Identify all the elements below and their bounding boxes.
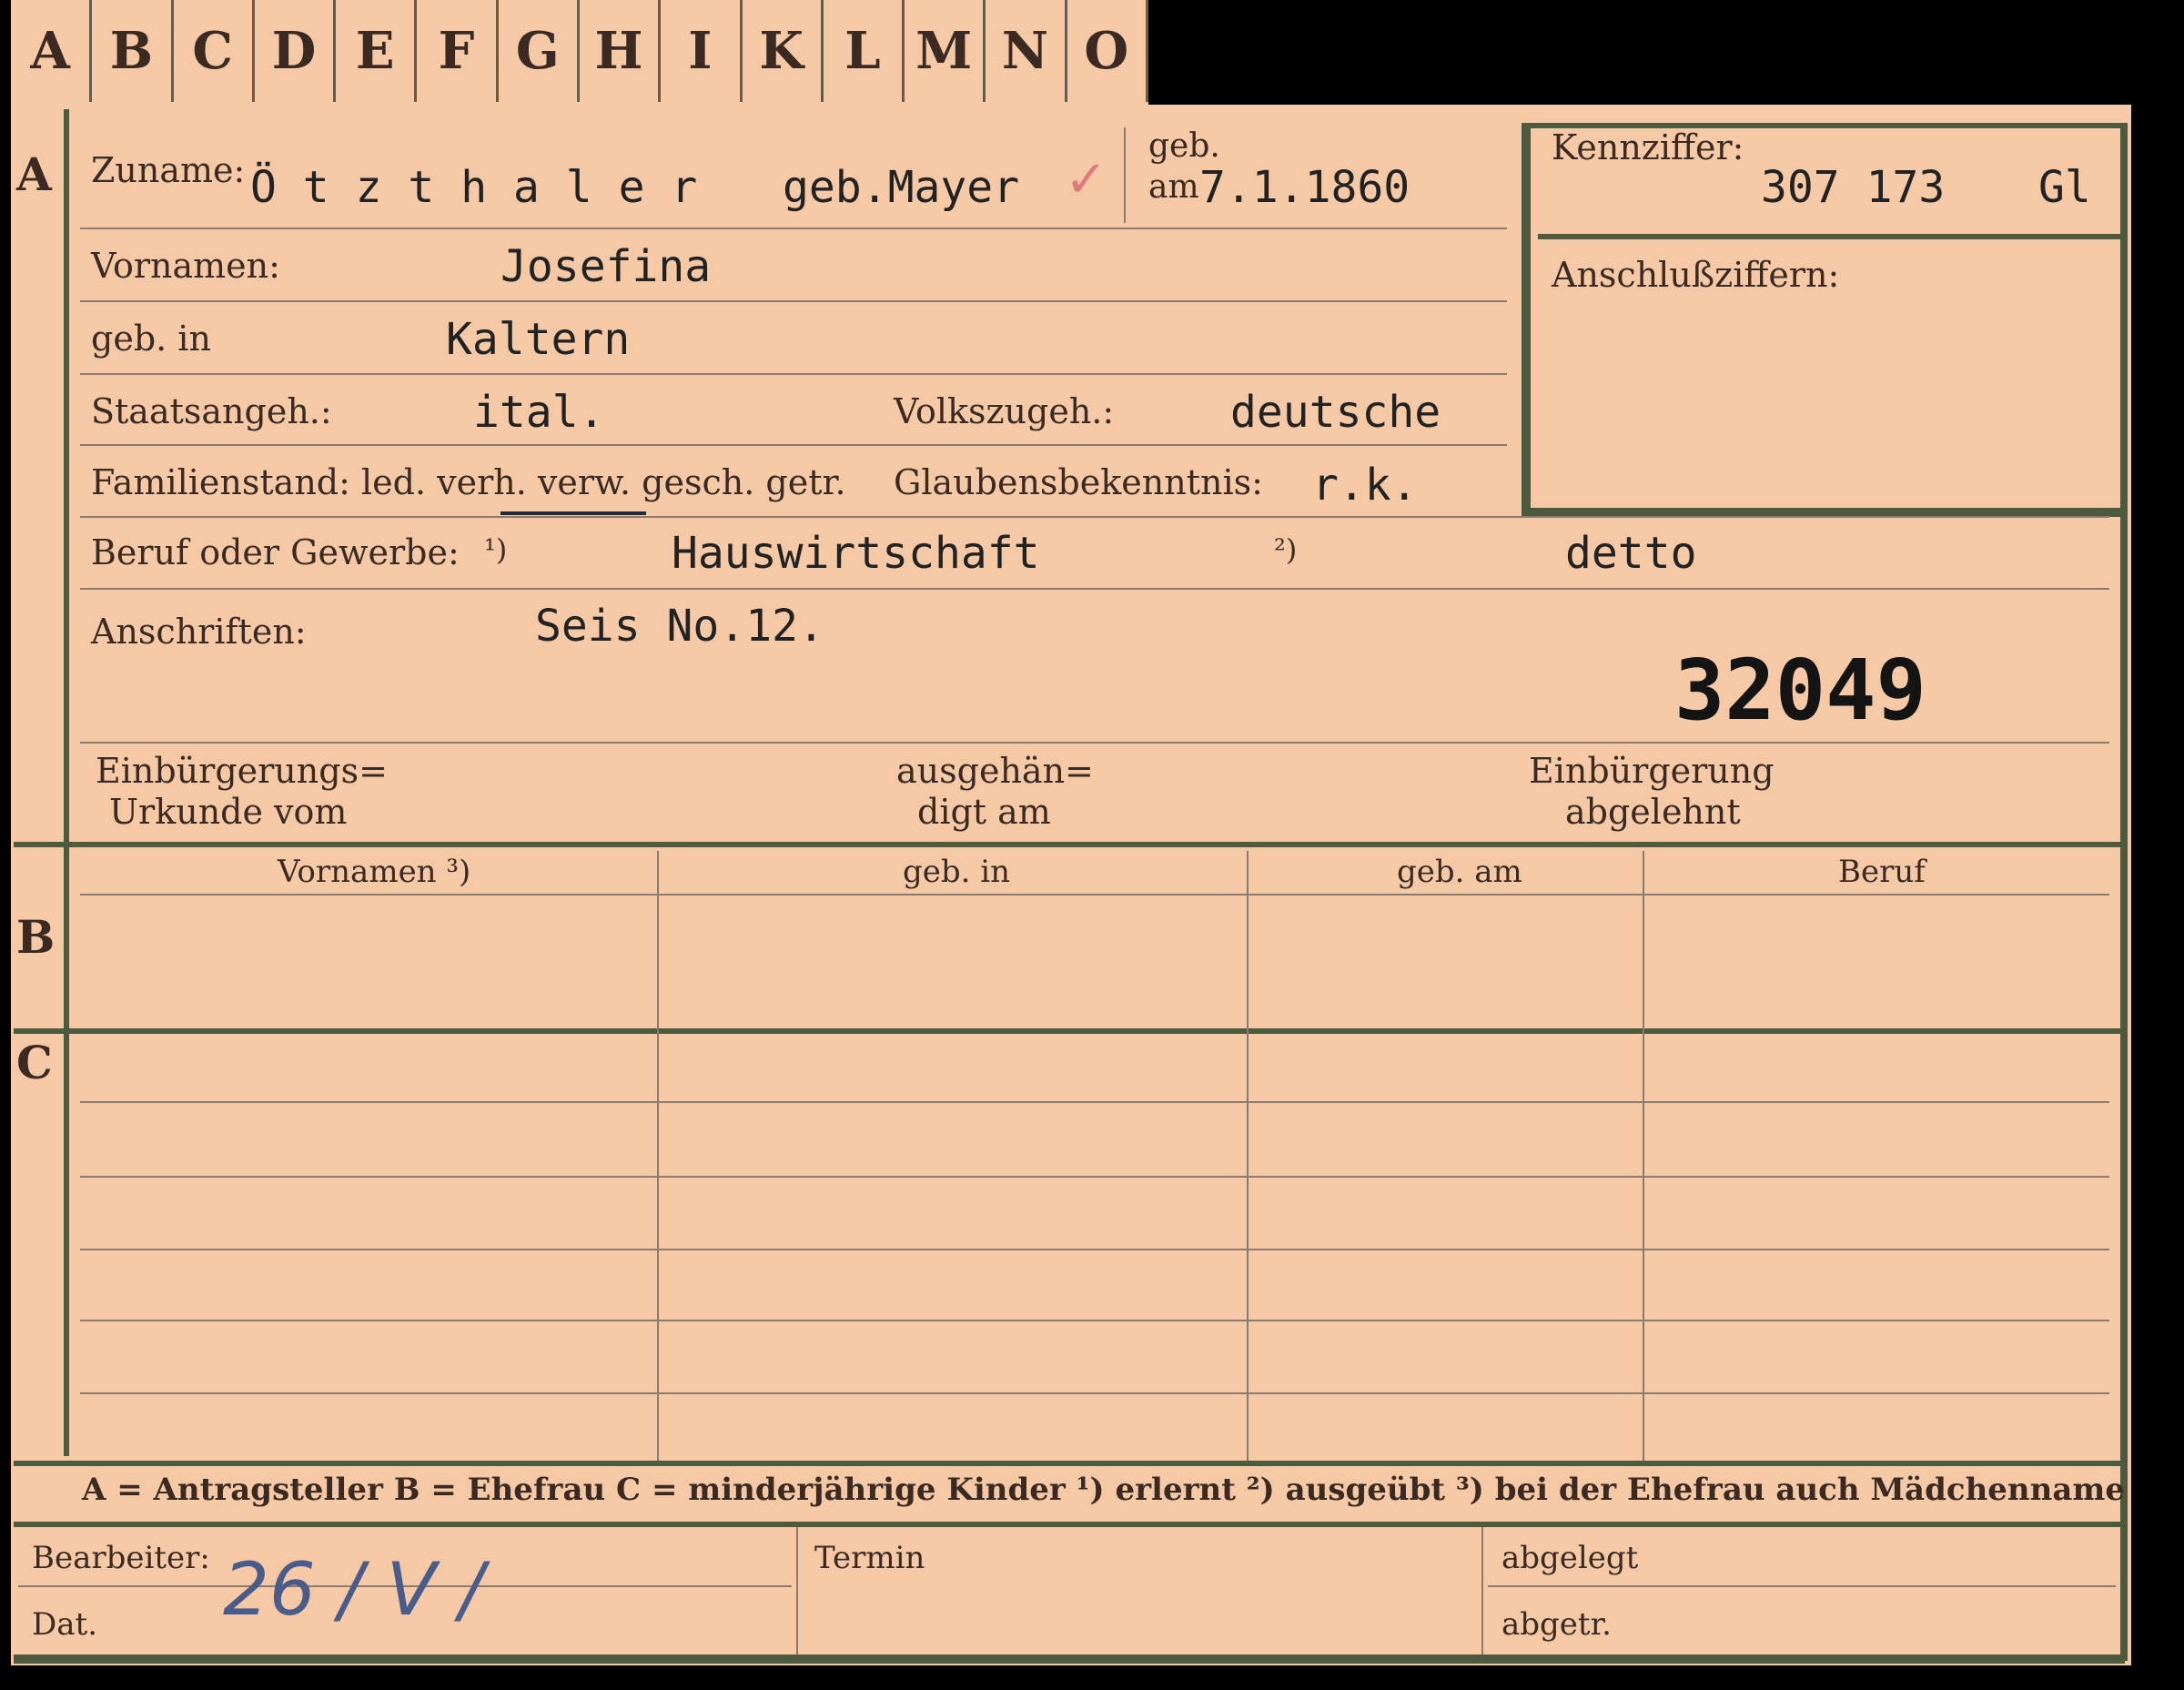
checkmark-icon: ✓ [1065,150,1107,209]
tab-letter: D [255,0,337,102]
kennziffer-value: 307 173 [1761,162,1946,213]
geb-in-label: geb. in [91,319,211,359]
tab-letter: L [824,0,905,102]
rule [80,373,1507,375]
zuname-label: Zuname: [91,150,246,190]
col-divider [1247,851,1249,1461]
table-header-rule [80,894,2109,896]
kennziffer-divider [1538,234,2120,239]
col-divider [1643,851,1644,1461]
tab-letter: M [905,0,986,102]
left-margin-line [64,109,69,1456]
rule [80,228,1507,229]
table-row-rule [80,1101,2109,1103]
einb-urkunde-1: Einbürgerungs= [96,751,388,791]
tab-letter: B [92,0,174,102]
tab-letter: N [986,0,1067,102]
tab-letter: K [743,0,824,102]
beruf-label: Beruf oder Gewerbe: [91,532,460,572]
einb-abgelehnt-2: abgelehnt [1565,792,1741,832]
anschluss-label: Anschlußziffern: [1552,255,1840,295]
kennziffer-box-left [1522,123,1531,514]
tab-letter: E [336,0,418,102]
legend-bottom [14,1522,2125,1527]
section-divider-b [14,842,2125,847]
glaubens-label: Glaubensbekenntnis: [894,462,1263,502]
tab-letter: O [1067,0,1148,102]
letter-tabs: A B C D E F G H I K L M N O [11,0,1148,107]
col-divider [657,851,659,1461]
familienstand-label: Familienstand: led. verh. verw. gesch. g… [91,462,846,502]
beruf-fn2: ²) [1274,532,1298,567]
section-c-label: C [16,1036,53,1089]
footer-divider [1481,1527,1483,1655]
rule [80,444,1507,446]
einb-urkunde-2: Urkunde vom [109,792,348,832]
beruf-value2: detto [1565,528,1697,579]
anschriften-label: Anschriften: [91,612,307,652]
table-header-geb-in: geb. in [903,854,1011,890]
abgelegt-label: abgelegt [1502,1540,1639,1576]
abgetr-label: abgetr. [1502,1606,1612,1643]
rule [80,742,2109,744]
anschriften-value: Seis No.12. [535,601,824,652]
termin-label: Termin [814,1540,925,1576]
footer-divider [796,1527,798,1655]
bearbeiter-label: Bearbeiter: [32,1540,210,1576]
section-b-label: B [16,910,56,964]
tab-letter: G [499,0,580,102]
volkszugeh-label: Volkszugeh.: [894,391,1115,431]
ausgehaendigt-1: ausgehän= [896,751,1094,791]
beruf-value: Hauswirtschaft [672,528,1040,579]
dat-label: Dat. [32,1606,98,1643]
geb-in-value: Kaltern [446,314,631,365]
dat-value: 26 / V / [223,1547,484,1632]
legend-top [14,1461,2125,1466]
table-row-rule [80,1320,2109,1321]
geb-am-label-2: am [1148,168,1199,206]
tab-letter: F [417,0,499,102]
geb-am-value: 7.1.1860 [1199,162,1410,213]
rule [80,516,2109,518]
tab-letter: A [11,0,93,102]
kennziffer-suffix: Gl [2038,162,2091,213]
rule [80,588,2109,590]
maiden-name: geb.Mayer [783,162,1020,213]
table-header-beruf: Beruf [1838,854,1926,890]
section-divider-c [14,1028,2125,1034]
section-a-label: A [16,147,52,201]
geb-divider [1124,127,1126,223]
vornamen-label: Vornamen: [91,246,280,286]
geb-am-label-1: geb. [1148,127,1220,165]
rule [80,300,1507,302]
table-header-geb-am: geb. am [1397,854,1522,890]
right-border [2120,123,2128,1661]
table-row-rule [80,1392,2109,1394]
vornamen-value: Josefina [500,241,712,292]
number-stamp: 32049 [1674,642,1926,739]
table-row-rule [80,1176,2109,1178]
table-header-vornamen: Vornamen ³) [278,854,471,890]
beruf-fn1: ¹) [484,532,508,567]
legend-text: A = Antragsteller B = Ehefrau C = minder… [82,1472,2125,1508]
zuname-value: Ö t z t h a l e r [250,162,698,213]
verw-underline [500,511,646,515]
tab-letter: C [174,0,255,102]
glaubens-value: r.k. [1312,460,1418,511]
bottom-border [14,1655,2125,1664]
table-row-rule [80,1249,2109,1250]
tab-letter: I [661,0,743,102]
tab-letter: H [580,0,662,102]
staatsangeh-value: ital. [473,387,605,438]
volkszugeh-value: deutsche [1230,387,1441,438]
footer-rule [1488,1585,2116,1587]
ausgehaendigt-2: digt am [917,792,1051,832]
kennziffer-label: Kennziffer: [1552,127,1744,167]
staatsangeh-label: Staatsangeh.: [91,391,332,431]
einb-abgelehnt-1: Einbürgerung [1529,751,1774,791]
